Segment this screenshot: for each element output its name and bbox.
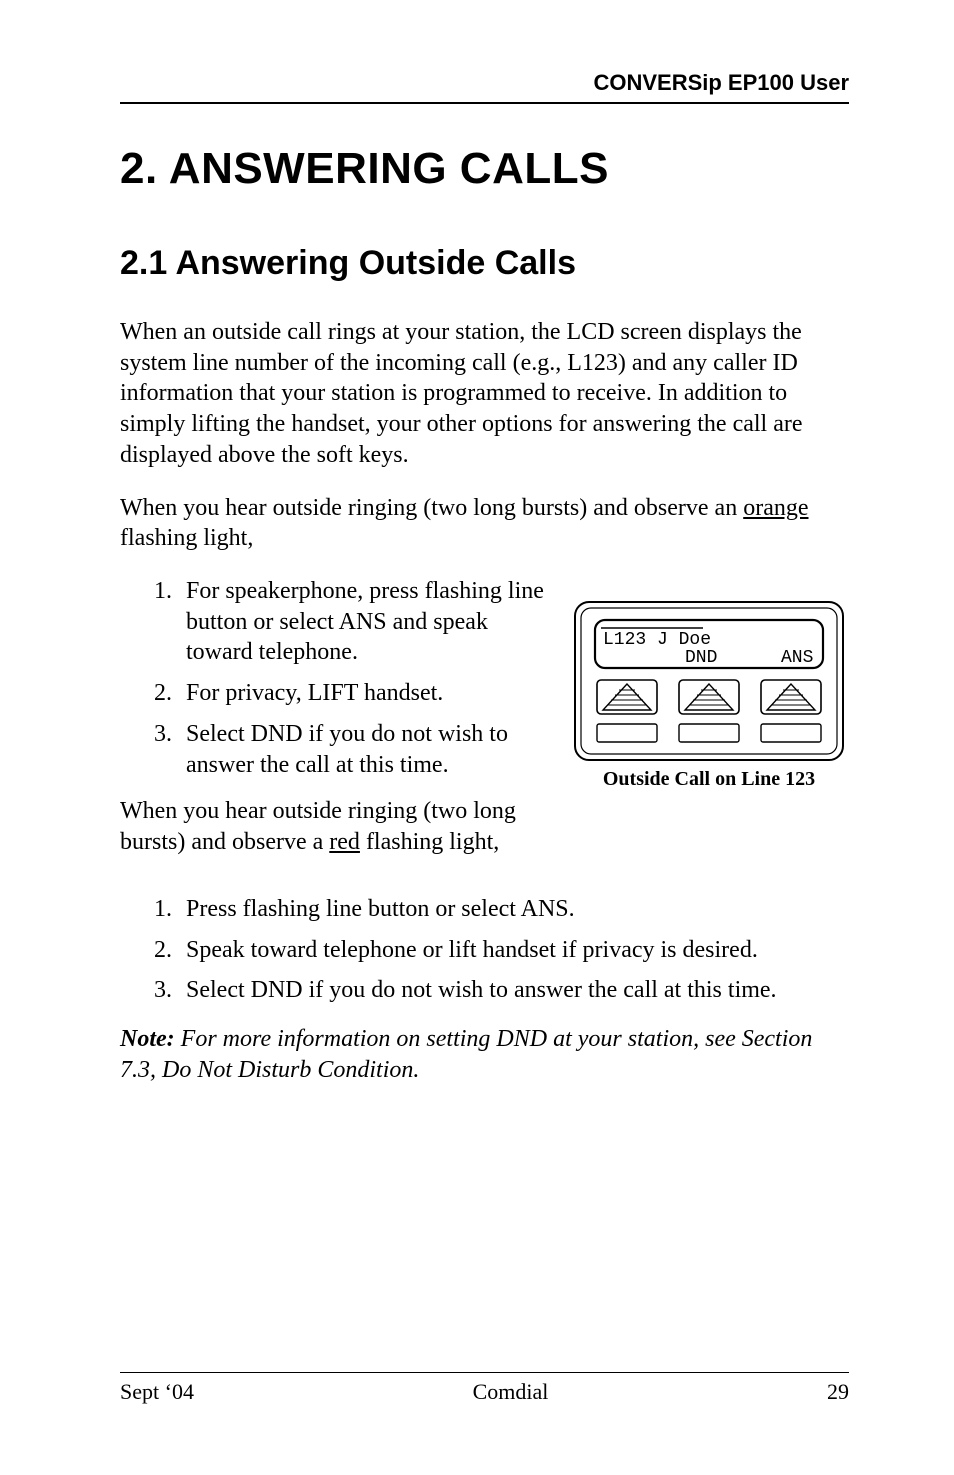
list-text: Select DND if you do not wish to answer … xyxy=(186,975,849,1006)
underline-orange: orange xyxy=(743,495,808,521)
list-number: 2. xyxy=(120,935,186,966)
underline-red: red xyxy=(329,829,360,855)
chapter-title: 2. ANSWERING CALLS xyxy=(120,144,849,194)
lcd-line1: L123 J Doe xyxy=(603,630,711,650)
list-item: 1. Press flashing line button or select … xyxy=(120,894,849,925)
list-number: 3. xyxy=(120,719,186,780)
steps-list-a: 1. For speakerphone, press flashing line… xyxy=(120,576,549,780)
paragraph-red: When you hear outside ringing (two long … xyxy=(120,796,549,857)
list-number: 1. xyxy=(120,576,186,668)
list-text: Select DND if you do not wish to answer … xyxy=(186,719,549,780)
list-number: 2. xyxy=(120,678,186,709)
text: When you hear outside ringing (two long … xyxy=(120,495,743,521)
lcd-dnd-label: DND xyxy=(685,648,717,668)
footer-right: 29 xyxy=(827,1379,849,1405)
figure-caption: Outside Call on Line 123 xyxy=(573,768,845,791)
softkey-button-3 xyxy=(761,680,821,714)
section-title: 2.1 Answering Outside Calls xyxy=(120,244,849,283)
list-item: 3. Select DND if you do not wish to answ… xyxy=(120,975,849,1006)
footer-left: Sept ‘04 xyxy=(120,1379,194,1405)
lcd-figure: L123 J Doe DND ANS xyxy=(573,600,845,791)
footer-center: Comdial xyxy=(473,1379,549,1405)
lcd-ans-label: ANS xyxy=(781,648,813,668)
list-number: 3. xyxy=(120,975,186,1006)
note-paragraph: Note: For more information on setting DN… xyxy=(120,1024,849,1086)
lcd-icon: L123 J Doe DND ANS xyxy=(573,600,845,762)
paragraph-orange: When you hear outside ringing (two long … xyxy=(120,493,849,554)
button-slot-2 xyxy=(679,724,739,742)
page: CONVERSip EP100 User 2. ANSWERING CALLS … xyxy=(0,0,954,1475)
list-text: For privacy, LIFT handset. xyxy=(186,678,549,709)
page-footer: Sept ‘04 Comdial 29 xyxy=(120,1372,849,1405)
list-number: 1. xyxy=(120,894,186,925)
note-body: For more information on setting DND at y… xyxy=(120,1026,812,1083)
list-item: 2. Speak toward telephone or lift handse… xyxy=(120,935,849,966)
list-text: Speak toward telephone or lift handset i… xyxy=(186,935,849,966)
list-text: Press flashing line button or select ANS… xyxy=(186,894,849,925)
button-slot-3 xyxy=(761,724,821,742)
list-item: 1. For speakerphone, press flashing line… xyxy=(120,576,549,668)
paragraph-intro: When an outside call rings at your stati… xyxy=(120,317,849,471)
button-slot-1 xyxy=(597,724,657,742)
note-label: Note: xyxy=(120,1026,175,1052)
content-with-figure: 1. For speakerphone, press flashing line… xyxy=(120,576,849,880)
softkey-button-1 xyxy=(597,680,657,714)
list-item: 3. Select DND if you do not wish to answ… xyxy=(120,719,549,780)
text: flashing light, xyxy=(360,829,499,855)
list-item: 2. For privacy, LIFT handset. xyxy=(120,678,549,709)
steps-list-b: 1. Press flashing line button or select … xyxy=(120,894,849,1006)
softkey-button-2 xyxy=(679,680,739,714)
text: flashing light, xyxy=(120,525,253,551)
list-text: For speakerphone, press flashing line bu… xyxy=(186,576,549,668)
running-header: CONVERSip EP100 User xyxy=(120,70,849,104)
